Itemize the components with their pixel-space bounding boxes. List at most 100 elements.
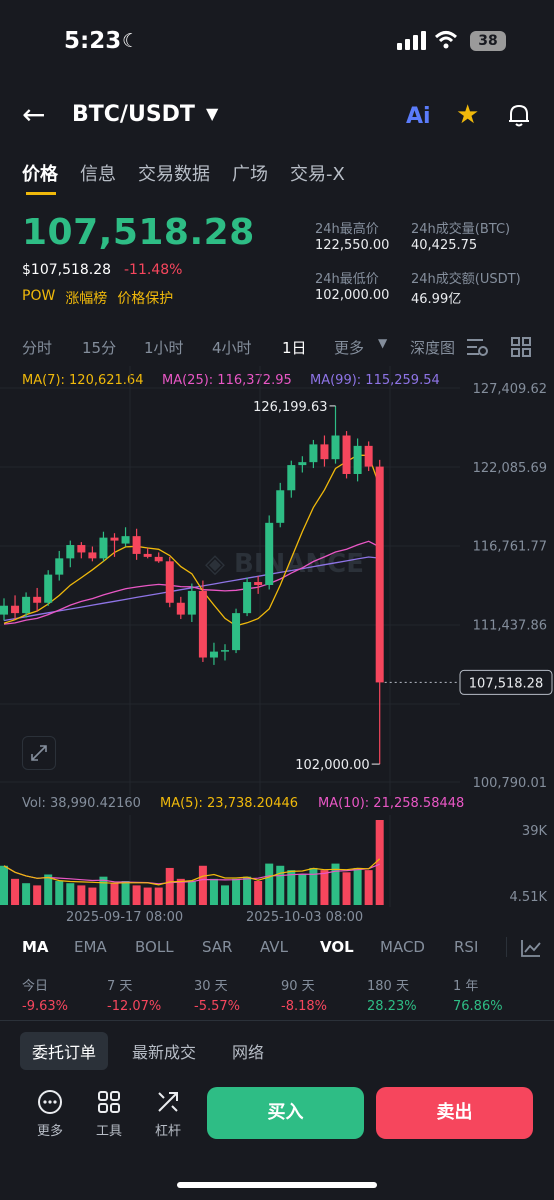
x-tick-1: 2025-09-17 08:00 bbox=[66, 910, 184, 925]
volume-bar bbox=[298, 874, 307, 905]
candle-body bbox=[254, 582, 263, 585]
vol-y-tick: 39K bbox=[522, 824, 548, 839]
volume-bar bbox=[165, 867, 174, 905]
tab-network[interactable]: 网络 bbox=[220, 1032, 276, 1070]
candle-body bbox=[287, 465, 296, 491]
current-price-label: 107,518.28 bbox=[469, 676, 543, 691]
perf-value-1y: 76.86% bbox=[453, 999, 503, 1014]
pair-title[interactable]: BTC/USDT bbox=[72, 102, 195, 127]
last-price: 107,518.28 bbox=[22, 212, 255, 253]
timeframe-1d[interactable]: 1日 bbox=[282, 337, 307, 358]
volume-bar bbox=[154, 887, 163, 905]
tab-trading-data[interactable]: 交易数据 bbox=[138, 160, 210, 186]
candle-body bbox=[364, 445, 373, 467]
candle-body bbox=[154, 556, 163, 562]
indicator-rsi[interactable]: RSI bbox=[454, 938, 478, 956]
indicator-ema[interactable]: EMA bbox=[74, 938, 107, 956]
leverage-button[interactable]: 杠杆 bbox=[148, 1088, 188, 1139]
tab-trade-x[interactable]: 交易-X bbox=[290, 160, 345, 186]
chart-settings-icon[interactable] bbox=[466, 337, 488, 361]
perf-label-today: 今日 bbox=[22, 979, 49, 994]
indicator-vol[interactable]: VOL bbox=[320, 938, 354, 956]
indicator-macd[interactable]: MACD bbox=[380, 938, 425, 956]
tab-open-orders[interactable]: 委托订单 bbox=[20, 1032, 109, 1070]
high-label: 24h最高价 bbox=[315, 222, 379, 237]
tag-price-protection[interactable]: 价格保护 bbox=[117, 288, 173, 308]
indicator-settings-icon[interactable] bbox=[520, 938, 542, 962]
candle-body bbox=[0, 605, 8, 615]
tab-active-indicator bbox=[26, 192, 56, 195]
timeframe-line[interactable]: 分时 bbox=[22, 337, 52, 358]
high-marker-label: 126,199.63 bbox=[253, 400, 327, 415]
candle-body bbox=[232, 613, 241, 651]
indicator-avl[interactable]: AVL bbox=[260, 938, 288, 956]
candle-body bbox=[176, 602, 185, 615]
candle-body bbox=[309, 444, 318, 463]
timeframe-1h[interactable]: 1小时 bbox=[144, 337, 184, 358]
chevron-down-icon[interactable]: ▼ bbox=[378, 336, 387, 350]
layout-grid-icon[interactable] bbox=[511, 337, 531, 361]
vol-btc-label: 24h成交量(BTC) bbox=[411, 222, 511, 237]
high-value: 122,550.00 bbox=[315, 238, 390, 253]
tag-gainers[interactable]: 涨幅榜 bbox=[65, 288, 107, 308]
candle-body bbox=[198, 590, 207, 658]
volume-bar bbox=[0, 865, 8, 905]
divider bbox=[506, 937, 507, 957]
star-icon[interactable]: ★ bbox=[456, 100, 479, 130]
tools-label: 工具 bbox=[95, 1124, 122, 1139]
volume-bar bbox=[55, 881, 64, 905]
volume-bar bbox=[265, 863, 274, 905]
back-arrow-icon[interactable]: ← bbox=[22, 98, 45, 131]
more-dots-icon bbox=[38, 1090, 62, 1114]
sell-button[interactable]: 卖出 bbox=[376, 1087, 533, 1139]
candle-body bbox=[88, 552, 97, 559]
low-marker-label: 102,000.00 bbox=[295, 758, 369, 773]
volume-bar bbox=[221, 885, 229, 905]
buy-button[interactable]: 买入 bbox=[207, 1087, 364, 1139]
more-label: 更多 bbox=[36, 1124, 63, 1139]
candlestick-chart[interactable]: ◈ BINANCE126,199.63102,000.00127,409.621… bbox=[0, 366, 554, 796]
low-label: 24h最低价 bbox=[315, 272, 379, 287]
indicator-ma[interactable]: MA bbox=[22, 938, 49, 956]
timeframe-depth[interactable]: 深度图 bbox=[410, 337, 454, 358]
volume-bar bbox=[33, 885, 42, 905]
tab-price[interactable]: 价格 bbox=[22, 160, 58, 186]
y-tick-label: 122,085.69 bbox=[473, 461, 547, 476]
timeframe-4h[interactable]: 4小时 bbox=[212, 337, 252, 358]
ai-icon[interactable]: Ai bbox=[406, 104, 431, 129]
tab-info[interactable]: 信息 bbox=[80, 160, 116, 186]
perf-value-today: -9.63% bbox=[22, 999, 68, 1014]
home-indicator bbox=[177, 1182, 377, 1188]
candle-body bbox=[33, 596, 42, 603]
more-button[interactable]: 更多 bbox=[30, 1088, 70, 1139]
candle-body bbox=[165, 561, 174, 603]
volume-bar bbox=[364, 870, 373, 905]
candle-body bbox=[187, 590, 196, 615]
volume-bar bbox=[143, 887, 152, 905]
tab-square[interactable]: 广场 bbox=[232, 160, 268, 186]
expand-chart-icon[interactable] bbox=[22, 736, 56, 770]
perf-value-180d: 28.23% bbox=[367, 999, 417, 1014]
candle-body bbox=[110, 537, 119, 541]
indicator-boll[interactable]: BOLL bbox=[135, 938, 174, 956]
bell-icon[interactable] bbox=[506, 102, 532, 132]
perf-label-30d: 30 天 bbox=[194, 979, 228, 994]
indicator-sar[interactable]: SAR bbox=[202, 938, 232, 956]
volume-chart: 39K 4.51K bbox=[0, 815, 548, 907]
tab-recent-trades[interactable]: 最新成交 bbox=[120, 1032, 208, 1070]
vol-ma10-label: MA(10): 21,258.58448 bbox=[318, 796, 465, 811]
perf-label-180d: 180 天 bbox=[367, 979, 409, 994]
chevron-down-icon[interactable]: ▼ bbox=[206, 104, 218, 123]
leverage-label: 杠杆 bbox=[154, 1124, 181, 1139]
volume-bar bbox=[342, 872, 351, 905]
tag-pow[interactable]: POW bbox=[22, 288, 55, 308]
candle-body bbox=[44, 574, 53, 603]
volume-bar bbox=[209, 878, 218, 905]
volume-bar bbox=[88, 887, 97, 905]
timeframe-more[interactable]: 更多 bbox=[334, 337, 364, 358]
tools-button[interactable]: 工具 bbox=[89, 1088, 129, 1139]
volume-bar bbox=[11, 878, 20, 905]
x-tick-2: 2025-10-03 08:00 bbox=[246, 910, 364, 925]
timeframe-15m[interactable]: 15分 bbox=[82, 337, 116, 358]
volume-bar bbox=[375, 820, 384, 905]
